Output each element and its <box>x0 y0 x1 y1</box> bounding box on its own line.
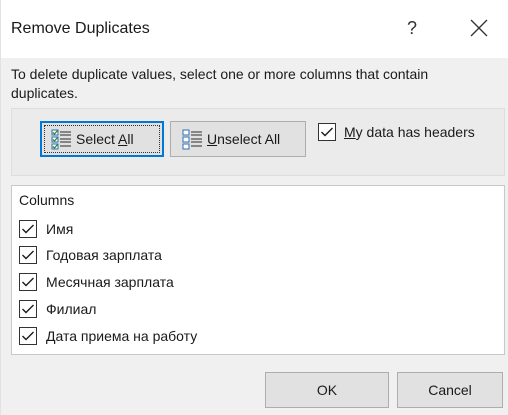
dialog-title: Remove Duplicates <box>11 20 150 37</box>
checkmark-icon <box>22 304 34 314</box>
column-label: Годовая зарплата <box>46 247 162 263</box>
column-label: Дата приема на работу <box>46 328 198 344</box>
ok-button[interactable]: OK <box>265 372 389 408</box>
select-all-label-post: ll <box>127 131 134 147</box>
unselect-all-label: Unselect All <box>207 131 280 147</box>
column-checkbox[interactable] <box>19 273 37 291</box>
column-checkbox[interactable] <box>19 327 37 345</box>
column-checkbox[interactable] <box>19 220 37 238</box>
select-all-label-pre: Select <box>76 131 119 147</box>
unselect-all-icon <box>182 129 202 150</box>
column-label: Имя <box>46 221 74 237</box>
column-item-data-priema[interactable]: Дата приема на работу <box>19 327 197 345</box>
close-icon <box>470 19 488 37</box>
select-all-button[interactable]: Select All <box>40 121 164 157</box>
help-button[interactable]: ? <box>399 14 425 42</box>
headers-label: My data has headers <box>344 124 475 140</box>
headers-checkbox-box[interactable] <box>318 123 336 141</box>
checkmark-icon <box>321 127 333 137</box>
unselect-all-button[interactable]: Unselect All <box>170 121 306 157</box>
checkmark-icon <box>22 331 34 341</box>
column-checkbox[interactable] <box>19 246 37 264</box>
checkmark-icon <box>22 277 34 287</box>
select-all-mnemonic: A <box>118 131 128 147</box>
instructions-text: To delete duplicate values, select one o… <box>11 66 429 101</box>
columns-header: Columns <box>19 192 75 208</box>
select-all-icon <box>51 129 71 150</box>
headers-label-rest: y data has headers <box>355 124 475 140</box>
column-item-mesyachnaya-zarplata[interactable]: Месячная зарплата <box>19 273 174 291</box>
column-checkbox[interactable] <box>19 300 37 318</box>
select-all-label: Select All <box>76 131 134 147</box>
column-label: Филиал <box>46 301 97 317</box>
column-item-godovaya-zarplata[interactable]: Годовая зарплата <box>19 246 162 264</box>
unselect-all-mnemonic: U <box>207 131 218 147</box>
remove-duplicates-dialog: Remove Duplicates ? To delete duplicate … <box>0 0 508 415</box>
title-bar: Remove Duplicates ? <box>1 0 508 58</box>
column-item-filial[interactable]: Филиал <box>19 300 96 318</box>
cancel-button[interactable]: Cancel <box>397 372 503 408</box>
column-label: Месячная зарплата <box>46 274 174 290</box>
columns-list[interactable]: Columns Имя Годовая зарплата Месячная за… <box>11 185 505 355</box>
checkmark-icon <box>22 224 34 234</box>
my-data-has-headers-checkbox[interactable]: My data has headers <box>318 123 475 141</box>
help-icon: ? <box>406 18 417 38</box>
unselect-all-label-post: nselect All <box>217 131 281 147</box>
checkmark-icon <box>22 250 34 260</box>
selection-panel: Select All Unselect All My data has head… <box>11 108 505 176</box>
column-item-imya[interactable]: Имя <box>19 220 73 238</box>
headers-mnemonic: M <box>344 124 356 140</box>
close-button[interactable] <box>467 16 491 40</box>
